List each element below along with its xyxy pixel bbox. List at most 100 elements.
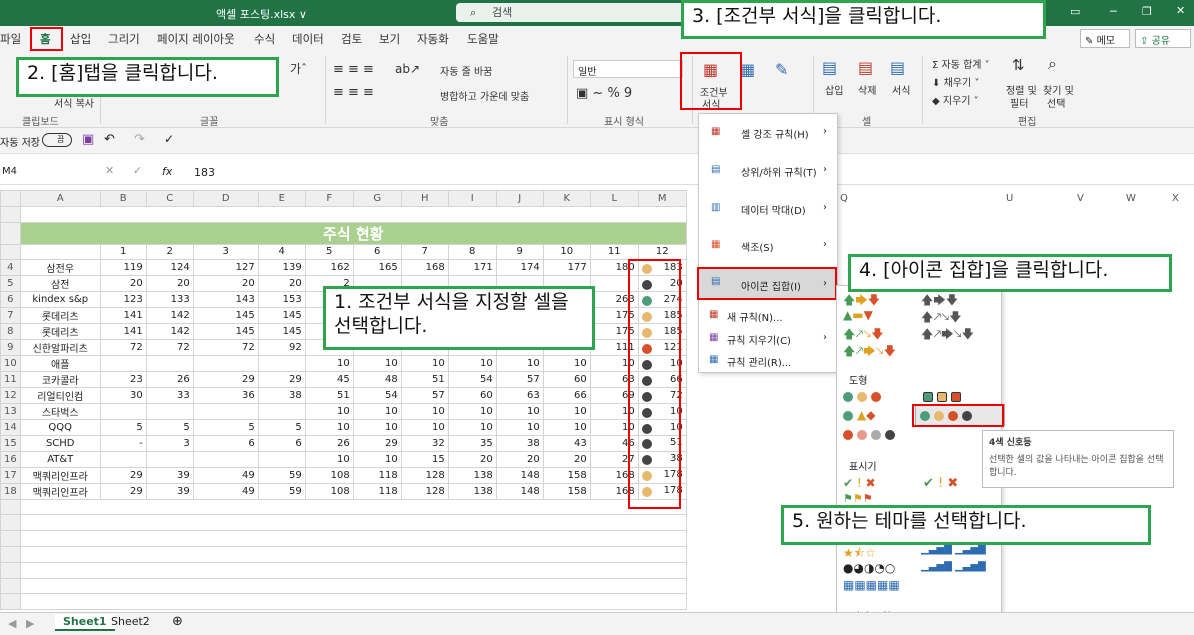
value-cell[interactable]: 158 <box>542 466 591 484</box>
value-cell[interactable]: 57 <box>400 387 449 405</box>
row-header[interactable]: 5 <box>0 275 21 293</box>
header-number-cell[interactable]: 11 <box>589 243 639 261</box>
value-cell[interactable] <box>99 450 147 468</box>
value-cell[interactable]: 127 <box>192 259 259 277</box>
value-cell[interactable] <box>145 403 194 421</box>
value-cell[interactable]: 145 <box>257 323 306 341</box>
value-cell[interactable]: 123 <box>99 291 147 309</box>
stock-name-cell[interactable]: 애플 <box>19 355 101 373</box>
col-header[interactable]: M <box>637 190 687 207</box>
value-cell[interactable]: 10 <box>495 403 544 421</box>
value-cell[interactable]: 119 <box>99 259 147 277</box>
col-header[interactable]: E <box>257 190 306 207</box>
value-cell[interactable]: 10 <box>400 355 449 373</box>
redo-icon[interactable]: ↷ <box>134 132 145 147</box>
row-header[interactable] <box>0 498 21 516</box>
header-number-cell[interactable]: 9 <box>495 243 544 261</box>
value-cell[interactable]: 10 <box>495 355 544 373</box>
value-cell[interactable]: 145 <box>192 323 259 341</box>
header-number-cell[interactable]: 2 <box>145 243 194 261</box>
traffic-light-3-icon[interactable] <box>843 390 885 403</box>
value-cell[interactable]: 141 <box>99 323 147 341</box>
row-header[interactable]: 6 <box>0 291 21 309</box>
row-header[interactable]: 14 <box>0 419 21 436</box>
empty-cells[interactable] <box>19 498 687 516</box>
gray-arrow-set-5-icon[interactable]: 🡅🡕🡆🡖🡇 <box>921 325 974 346</box>
tab-draw[interactable]: 그리기 <box>108 31 140 47</box>
cancel-icon[interactable]: ✕ <box>105 164 114 177</box>
value-cell[interactable]: 39 <box>145 482 194 500</box>
signs-3-icon[interactable]: ▲◆ <box>843 408 875 422</box>
value-cell[interactable]: 60 <box>542 371 591 389</box>
value-cell[interactable]: 36 <box>192 387 259 405</box>
fill-button[interactable]: ⬇ 채우기 ˅ <box>932 74 979 89</box>
row-header[interactable] <box>0 243 21 261</box>
value-cell[interactable]: 10 <box>542 419 591 436</box>
value-cell[interactable]: 45 <box>304 371 354 389</box>
close-icon[interactable]: ✕ <box>1176 4 1185 17</box>
value-cell[interactable]: 143 <box>192 291 259 309</box>
value-cell[interactable] <box>257 450 306 468</box>
value-cell[interactable] <box>257 355 306 373</box>
value-cell[interactable]: 142 <box>145 307 194 325</box>
value-cell[interactable]: 10 <box>304 355 354 373</box>
row-header[interactable]: 4 <box>0 259 21 277</box>
value-cell[interactable]: 10 <box>304 419 354 436</box>
value-cell[interactable]: 138 <box>447 482 497 500</box>
value-cell[interactable]: 10 <box>495 419 544 436</box>
align-top-icon[interactable]: ≡ ≡ ≡ <box>333 62 374 77</box>
value-cell[interactable]: 35 <box>447 434 497 452</box>
stock-name-cell[interactable]: kindex s&p <box>19 291 101 309</box>
value-cell[interactable]: 15 <box>400 450 449 468</box>
symbols-circled-icon[interactable]: ✔ ! ✖ <box>843 476 876 490</box>
stock-name-cell[interactable]: 리얼티인컴 <box>19 387 101 405</box>
col-header-u[interactable]: U <box>1006 193 1013 204</box>
formula-input[interactable]: 183 <box>194 166 215 179</box>
value-cell[interactable]: 3 <box>145 434 194 452</box>
value-cell[interactable]: 63 <box>495 387 544 405</box>
col-header[interactable]: I <box>447 190 497 207</box>
value-cell[interactable]: 49 <box>192 482 259 500</box>
value-cell[interactable] <box>257 403 306 421</box>
value-cell[interactable]: 128 <box>400 482 449 500</box>
value-cell[interactable]: 48 <box>352 371 402 389</box>
value-cell[interactable]: 10 <box>400 403 449 421</box>
col-header[interactable]: H <box>400 190 449 207</box>
row-header[interactable] <box>0 593 21 611</box>
minimize-icon[interactable]: ─ <box>1110 5 1117 18</box>
row-header[interactable]: 16 <box>0 450 21 468</box>
stock-name-cell[interactable]: QQQ <box>19 419 101 436</box>
stock-name-cell[interactable]: 맥쿼리인프라 <box>19 482 101 500</box>
col-header[interactable]: J <box>495 190 544 207</box>
value-cell[interactable] <box>145 450 194 468</box>
tab-help[interactable]: 도움말 <box>467 31 499 47</box>
stock-name-cell[interactable]: 롯데리츠 <box>19 307 101 325</box>
value-cell[interactable]: 6 <box>257 434 306 452</box>
ratings-4-icon[interactable]: ▁▃▅▇ ▁▃▅▇ <box>921 544 986 555</box>
empty-cells[interactable] <box>19 514 687 532</box>
cell[interactable] <box>19 243 101 261</box>
value-cell[interactable]: 92 <box>257 339 306 357</box>
header-number-cell[interactable]: 12 <box>637 243 687 261</box>
row-header[interactable]: 7 <box>0 307 21 325</box>
tab-file[interactable]: 파일 <box>0 31 21 47</box>
col-header[interactable]: D <box>192 190 259 207</box>
value-cell[interactable]: 118 <box>352 482 402 500</box>
value-cell[interactable]: 5 <box>145 419 194 436</box>
value-cell[interactable]: 118 <box>352 466 402 484</box>
col-header[interactable]: A <box>19 190 101 207</box>
quarters-icon[interactable]: ●◕◑◔○ <box>843 561 895 575</box>
find-select-icon[interactable]: ⌕ <box>1048 54 1057 74</box>
value-cell[interactable]: 10 <box>542 355 591 373</box>
row-header[interactable]: 9 <box>0 339 21 357</box>
boxes-icon[interactable]: ▦▦▦▦▦ <box>843 578 900 592</box>
value-cell[interactable]: 165 <box>352 259 402 277</box>
file-name[interactable]: 액셀 포스팅.xlsx ∨ <box>216 6 307 22</box>
value-cell[interactable]: 139 <box>257 259 306 277</box>
value-cell[interactable]: 29 <box>99 466 147 484</box>
undo-icon[interactable]: ↶ <box>104 132 115 147</box>
header-number-cell[interactable]: 3 <box>192 243 259 261</box>
merge-center-button[interactable]: 병합하고 가운데 맞춤 <box>440 88 529 103</box>
value-cell[interactable]: 59 <box>257 482 306 500</box>
row-header[interactable] <box>0 561 21 579</box>
